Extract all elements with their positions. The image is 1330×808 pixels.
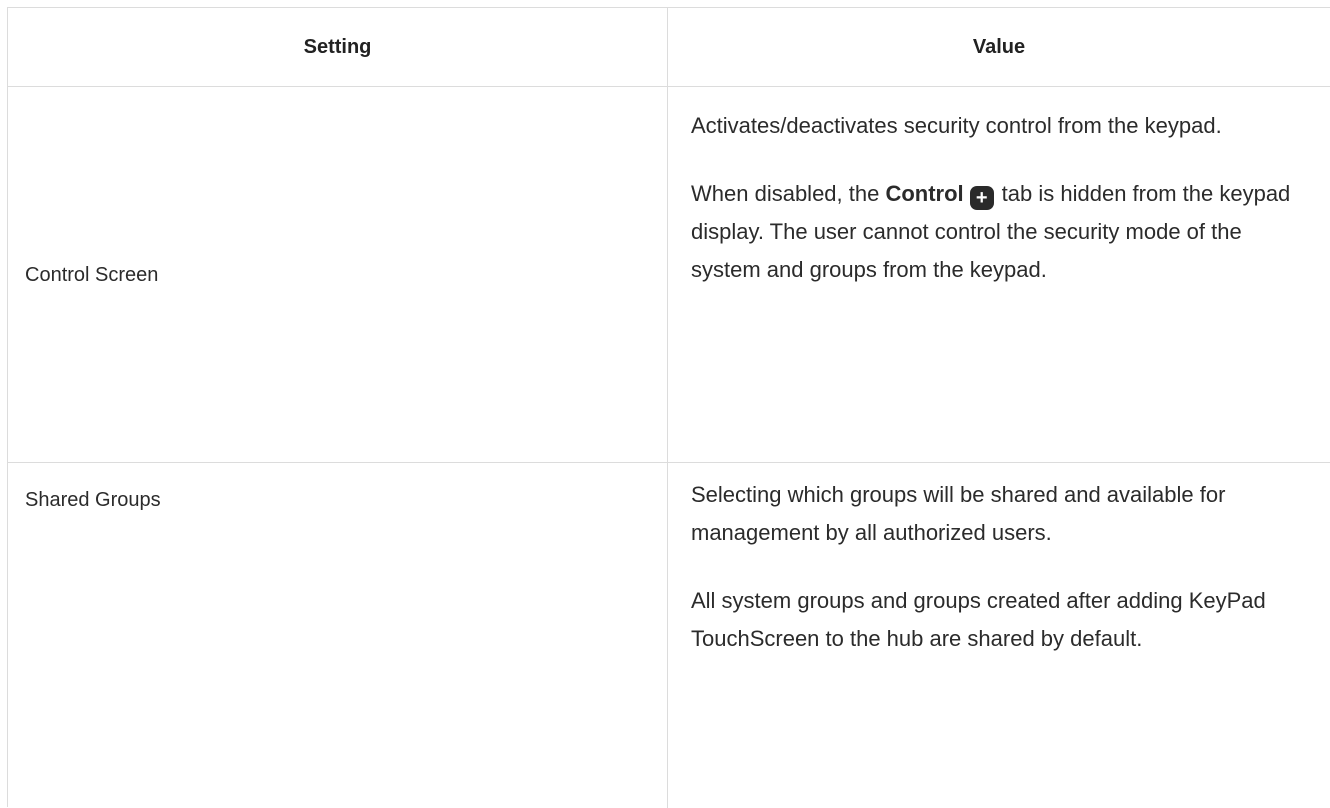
value-paragraph: Selecting which groups will be shared an…: [691, 482, 1226, 545]
table-header-row: Setting Value: [8, 8, 1330, 87]
settings-table: Setting Value Control Screen Activates/d…: [7, 7, 1330, 808]
value-description: Selecting which groups will be shared an…: [691, 476, 1311, 688]
value-text: When disabled, the: [691, 181, 880, 206]
setting-name: Shared Groups: [25, 489, 161, 511]
plus-icon: +: [969, 186, 994, 210]
table-row: Shared Groups Selecting which groups wil…: [8, 463, 1330, 808]
setting-name: Control Screen: [25, 264, 159, 286]
value-cell: Selecting which groups will be shared an…: [668, 463, 1330, 808]
column-header-setting: Setting: [8, 8, 668, 86]
setting-cell: Control Screen: [8, 87, 668, 462]
value-paragraph: Activates/deactivates security control f…: [691, 113, 1222, 138]
value-paragraph: When disabled, the Control + tab is hidden…: [691, 175, 1311, 289]
column-header-value: Value: [972, 35, 1026, 58]
value-cell: Activates/deactivates security control f…: [668, 87, 1330, 462]
value-description: Activates/deactivates security control f…: [691, 107, 1311, 319]
control-tab-name: Control: [885, 181, 964, 206]
value-paragraph: All system groups and groups created aft…: [691, 588, 1266, 651]
setting-cell: Shared Groups: [8, 463, 668, 808]
table-row: Control Screen Activates/deactivates sec…: [8, 87, 1330, 463]
